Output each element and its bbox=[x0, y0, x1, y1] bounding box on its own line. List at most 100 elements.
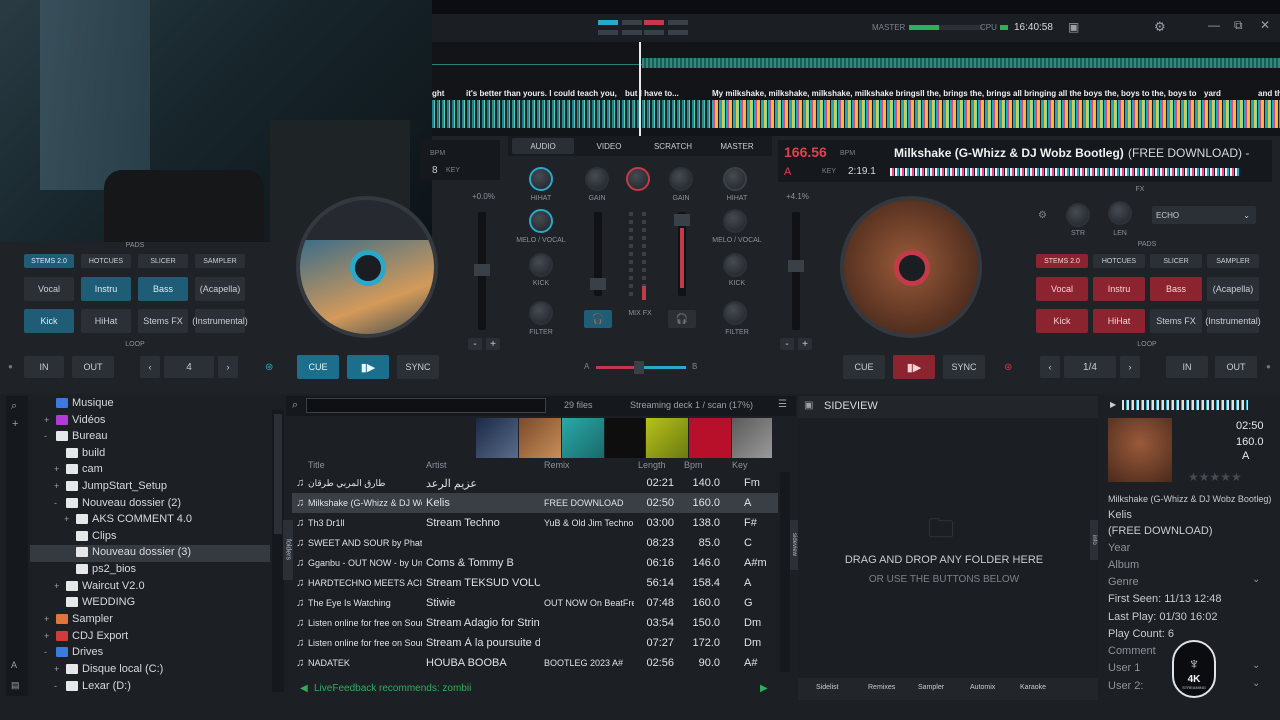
right-mini-waveform[interactable] bbox=[890, 168, 1240, 176]
info-comment[interactable]: Comment bbox=[1108, 645, 1156, 657]
expand-icon[interactable]: + bbox=[54, 481, 62, 491]
pitch-minus-button[interactable]: - bbox=[780, 338, 794, 350]
tree-item[interactable]: + Waircut V2.0 bbox=[54, 580, 145, 592]
layout-icon[interactable] bbox=[598, 20, 618, 25]
pad-mode-hotcues[interactable]: HOTCUES bbox=[81, 254, 131, 268]
chevron-down-icon[interactable]: ⌄ bbox=[1252, 574, 1260, 585]
cover-strip[interactable] bbox=[476, 418, 772, 458]
search-input[interactable] bbox=[306, 398, 546, 413]
right-headphone-icon[interactable]: 🎧 bbox=[668, 310, 696, 328]
pad-stems-fx[interactable]: Stems FX bbox=[1150, 309, 1202, 333]
layout-icon[interactable] bbox=[668, 20, 688, 25]
info-tab[interactable]: info bbox=[1090, 520, 1098, 560]
chevron-down-icon[interactable]: ⌄ bbox=[1252, 660, 1260, 671]
maximize-icon[interactable]: ⧉ bbox=[1234, 18, 1243, 33]
info-album[interactable]: Album bbox=[1108, 559, 1139, 571]
pad-mode-slicer[interactable]: SLICER bbox=[1150, 254, 1202, 268]
table-row[interactable]: ♫ NADATEK HOUBA BOOBA BOOTLEG 2023 A# 02:56 9… bbox=[292, 653, 778, 673]
table-row[interactable]: ♫ The Eye Is Watching Stiwie OUT NOW On Bea… bbox=[292, 593, 778, 613]
tab-remixes[interactable]: Remixes bbox=[868, 684, 895, 691]
list-scrollbar[interactable] bbox=[780, 472, 790, 672]
back-arrow-icon[interactable]: ◀ bbox=[300, 683, 308, 694]
tree-item[interactable]: Nouveau dossier (3) bbox=[64, 546, 191, 558]
tree-item[interactable]: Musique bbox=[44, 397, 114, 409]
tree-item[interactable]: - Drives bbox=[44, 646, 103, 658]
table-row[interactable]: ♫SWEET AND SOUR by Phat Otiz 08:23 85.0 C bbox=[292, 533, 778, 553]
info-year[interactable]: Year bbox=[1108, 542, 1130, 554]
info-user2[interactable]: User 2: bbox=[1108, 680, 1143, 692]
search-icon[interactable]: ⌕ bbox=[292, 399, 298, 412]
fx-select[interactable]: ECHO ⌄ bbox=[1152, 206, 1256, 224]
tree-item[interactable]: + Disque local (C:) bbox=[54, 663, 163, 675]
left-cue-button[interactable]: CUE bbox=[297, 355, 339, 379]
expand-icon[interactable]: - bbox=[44, 431, 52, 441]
chevron-down-icon[interactable]: ⌄ bbox=[1252, 678, 1260, 689]
loop-sync-icon[interactable]: ⊛ bbox=[1004, 362, 1012, 373]
tab-sidelist[interactable]: Sidelist bbox=[816, 684, 839, 691]
tab-audio[interactable]: AUDIO bbox=[512, 138, 574, 154]
close-icon[interactable]: ✕ bbox=[1260, 18, 1270, 32]
table-row[interactable]: ♫Milkshake (G-Whizz & DJ Wobz Bootleg) Ke… bbox=[292, 493, 778, 513]
expand-icon[interactable]: + bbox=[44, 631, 52, 641]
right-melo-knob[interactable] bbox=[723, 209, 747, 233]
loop-in-button[interactable]: IN bbox=[1166, 356, 1208, 378]
loop-size[interactable]: 4 bbox=[164, 356, 214, 378]
loop-next-icon[interactable]: › bbox=[1120, 356, 1140, 378]
expand-icon[interactable]: + bbox=[44, 614, 52, 624]
right-play-button[interactable]: ▮▶ bbox=[893, 355, 935, 379]
waveform-overview[interactable]: ght it's better than yours. I could teac… bbox=[432, 42, 1280, 136]
tree-item[interactable]: - Nouveau dossier (2) bbox=[54, 497, 181, 509]
right-sync-button[interactable]: SYNC bbox=[943, 355, 985, 379]
pad-mode-sampler[interactable]: SAMPLER bbox=[195, 254, 245, 268]
tree-item[interactable]: - Bureau bbox=[44, 430, 107, 442]
loop-out-button[interactable]: OUT bbox=[72, 356, 114, 378]
left-hihat-knob[interactable] bbox=[529, 167, 553, 191]
info-user1[interactable]: User 1 bbox=[1108, 662, 1140, 674]
tree-item[interactable]: + Vidéos bbox=[44, 414, 105, 426]
forward-arrow-icon[interactable]: ▶ bbox=[760, 683, 768, 694]
pad-instrumental[interactable]: (Instrumental) bbox=[192, 309, 248, 333]
pad-mode-stems[interactable]: STEMS 2.0 bbox=[1036, 254, 1088, 268]
pad-kick[interactable]: Kick bbox=[1036, 309, 1088, 333]
left-jog-wheel[interactable] bbox=[296, 196, 438, 338]
pad-hihat[interactable]: HiHat bbox=[1093, 309, 1145, 333]
calendar-icon[interactable]: ▣ bbox=[1068, 20, 1079, 34]
right-gain-knob[interactable] bbox=[669, 167, 693, 191]
right-jog-wheel[interactable] bbox=[840, 196, 982, 338]
fx-len-knob[interactable] bbox=[1108, 201, 1132, 225]
left-melo-knob[interactable] bbox=[529, 209, 553, 233]
play-icon[interactable]: ▶ bbox=[1110, 400, 1116, 409]
tree-item[interactable]: + cam bbox=[54, 463, 103, 475]
layout-icon[interactable]: ▤ bbox=[11, 680, 20, 691]
crossfader[interactable] bbox=[596, 361, 686, 374]
pad-mode-sampler[interactable]: SAMPLER bbox=[1207, 254, 1259, 268]
pad-acapella[interactable]: (Acapella) bbox=[195, 277, 245, 301]
sideview-tab[interactable]: sideview bbox=[790, 520, 798, 570]
right-kick-knob[interactable] bbox=[723, 253, 747, 277]
left-filter-knob[interactable] bbox=[529, 301, 553, 325]
pitch-plus-button[interactable]: + bbox=[798, 338, 812, 350]
right-pitch-fader[interactable] bbox=[788, 212, 804, 330]
tab-karaoke[interactable]: Karaoke bbox=[1020, 684, 1046, 691]
layout-icon[interactable] bbox=[622, 30, 642, 35]
table-row[interactable]: ♫ Th3 Dr1ll Stream Techno YuB & Old Jim Tec… bbox=[292, 513, 778, 533]
layout-icon[interactable] bbox=[644, 20, 664, 25]
layout-icon[interactable] bbox=[644, 30, 664, 35]
left-sync-button[interactable]: SYNC bbox=[397, 355, 439, 379]
font-size-icon[interactable]: A bbox=[11, 660, 17, 670]
expand-icon[interactable]: + bbox=[44, 415, 52, 425]
loop-sync-icon[interactable]: ⊛ bbox=[265, 362, 273, 373]
loop-prev-icon[interactable]: ‹ bbox=[140, 356, 160, 378]
left-headphone-icon[interactable]: 🎧 bbox=[584, 310, 612, 328]
pitch-minus-button[interactable]: - bbox=[468, 338, 482, 350]
right-filter-knob[interactable] bbox=[723, 301, 747, 325]
layout-icon[interactable] bbox=[622, 20, 642, 25]
right-volume-fader[interactable] bbox=[674, 212, 690, 296]
table-row[interactable]: ♫Listen online for free on Sound... Strea… bbox=[292, 633, 778, 653]
tree-item[interactable]: + Sampler bbox=[44, 613, 113, 625]
pad-bass[interactable]: Bass bbox=[138, 277, 188, 301]
add-icon[interactable]: + bbox=[12, 418, 18, 430]
right-cue-button[interactable]: CUE bbox=[843, 355, 885, 379]
tree-item[interactable]: build bbox=[54, 447, 105, 459]
layout-icon[interactable] bbox=[598, 30, 618, 35]
